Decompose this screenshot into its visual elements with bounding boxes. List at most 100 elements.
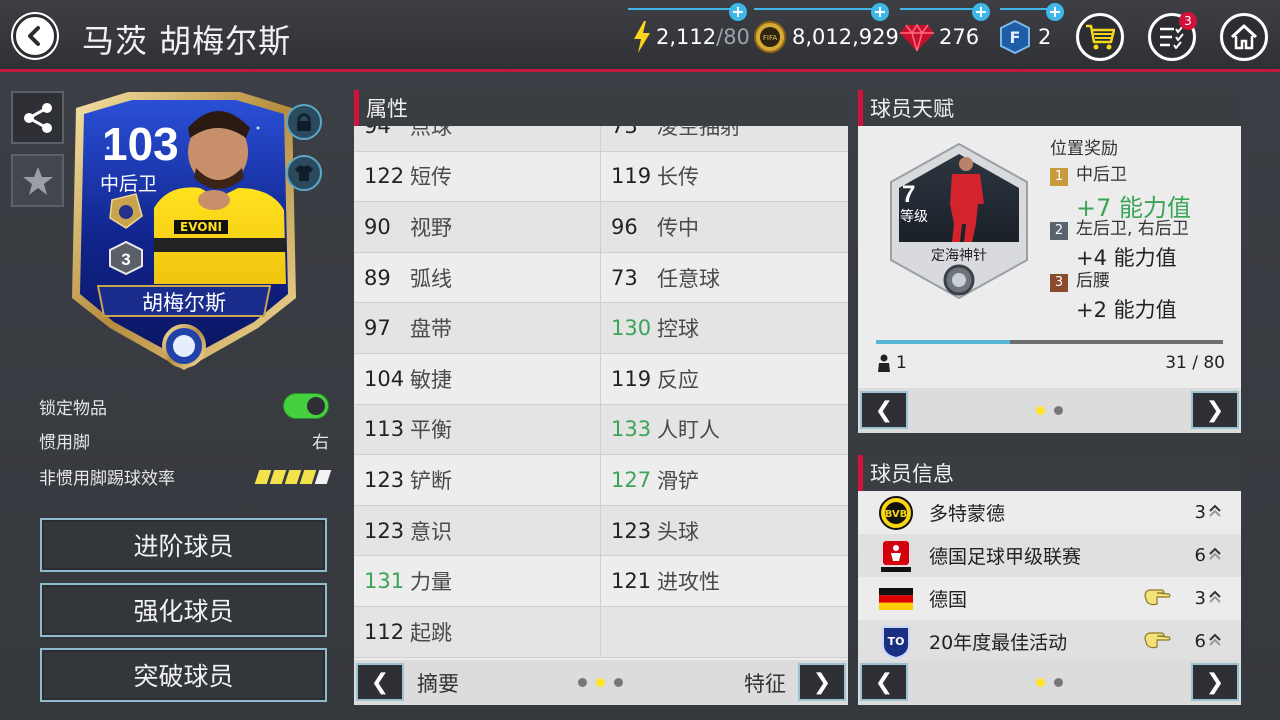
toty-logo-icon: TO xyxy=(876,625,916,659)
attributes-pager: ❮ 摘要 特征 ❯ xyxy=(354,660,848,705)
preferred-foot-value: 右 xyxy=(312,433,329,453)
attribute-name: 弧线 xyxy=(410,266,452,291)
attribute-value: 89 xyxy=(364,265,391,290)
gems-value: 276 xyxy=(939,25,980,49)
svg-text:F: F xyxy=(1010,28,1021,47)
player-info-count: 3 xyxy=(1195,588,1221,609)
gem-icon xyxy=(900,23,934,51)
attribute-cell: 127 滑铲 xyxy=(601,455,848,505)
attribute-name: 意识 xyxy=(410,519,452,544)
talent-progress-fill xyxy=(876,340,1011,344)
player-info-next-button[interactable]: ❯ xyxy=(1191,663,1239,701)
player-info-row[interactable]: 德国足球甲级联赛 6 xyxy=(858,534,1241,577)
add-gems-button[interactable]: + xyxy=(972,3,990,21)
attribute-row: 104 敏捷 119 反应 xyxy=(354,353,848,405)
train-player-button[interactable]: 强化球员 xyxy=(40,583,327,637)
attribute-row: 112 起跳 xyxy=(354,606,848,658)
attribute-cell: 121 进攻性 xyxy=(601,556,848,606)
talent-next-button[interactable]: ❯ xyxy=(1191,391,1239,429)
attribute-row: 131 力量 121 进攻性 xyxy=(354,556,848,607)
position-bonus-title: 位置奖励 xyxy=(1050,139,1118,159)
coins-value: 8,012,929 xyxy=(792,25,899,49)
bonus-position: 后腰 xyxy=(1076,271,1110,291)
attribute-cell xyxy=(601,607,848,657)
talent-prev-button[interactable]: ❮ xyxy=(860,391,908,429)
attribute-cell: 73凌空抽射 xyxy=(601,126,848,151)
attributes-grid[interactable]: 94点球73凌空抽射122短传119长传90视野96传中89弧线73任意球97盘… xyxy=(354,126,848,660)
preferred-foot-row: 惯用脚 右 xyxy=(39,428,329,453)
attribute-name: 头球 xyxy=(657,519,699,544)
attribute-value: 131 xyxy=(364,569,405,594)
player-info-count: 3 xyxy=(1195,502,1221,523)
player-info-label: 20年度最佳活动 xyxy=(929,632,1068,654)
chemistry-arrow-icon xyxy=(1209,545,1221,566)
talent-skill-badge[interactable]: 7 等级 定海神针 xyxy=(888,142,1030,302)
attributes-list: 94点球73凌空抽射122短传119长传90视野96传中89弧线73任意球97盘… xyxy=(354,126,848,658)
weak-foot-star xyxy=(254,469,272,484)
lock-item-toggle[interactable] xyxy=(283,393,329,419)
attributes-page-dots xyxy=(578,678,623,687)
player-info-label: 德国足球甲级联赛 xyxy=(929,546,1082,568)
attribute-cell: 112 起跳 xyxy=(354,606,601,657)
weak-foot-star xyxy=(269,469,287,484)
store-button[interactable] xyxy=(1076,13,1124,61)
bonus-position: 中后卫 xyxy=(1076,165,1127,185)
card-position: 中后卫 xyxy=(100,173,157,195)
player-info-row[interactable]: BVB 多特蒙德 3 xyxy=(858,491,1241,534)
talent-level-label: 等级 xyxy=(900,208,928,225)
attribute-value: 112 xyxy=(364,619,405,644)
page-dot xyxy=(1054,678,1063,687)
bundesliga-logo-icon xyxy=(876,539,916,573)
back-button[interactable] xyxy=(13,14,57,58)
energy-underline xyxy=(628,8,738,10)
fifa-points-counter: F 2 + xyxy=(1000,3,1064,56)
svg-text:TO: TO xyxy=(888,635,905,648)
add-energy-button[interactable]: + xyxy=(729,3,747,21)
home-icon xyxy=(1230,24,1258,50)
lock-button[interactable] xyxy=(286,104,322,140)
page-dot-active xyxy=(596,678,605,687)
player-info-row[interactable]: TO 20年度最佳活动 6 xyxy=(858,620,1241,663)
attribute-cell: 131 力量 xyxy=(354,556,601,606)
player-info-list: BVB 多特蒙德 3 德国足球甲级联赛 6 德国 3 TO 20年度最佳活动 6 xyxy=(858,491,1241,663)
menu-button[interactable]: 3 xyxy=(1148,12,1197,61)
attribute-value: 119 xyxy=(611,164,652,189)
advance-player-button[interactable]: 进阶球员 xyxy=(40,518,327,572)
player-info-row[interactable]: 德国 3 xyxy=(858,577,1241,620)
talent-skill-name: 定海神针 xyxy=(931,248,987,264)
player-info-title: 球员信息 xyxy=(858,455,1241,491)
attribute-name: 短传 xyxy=(410,165,452,190)
jersey-icon xyxy=(295,165,313,181)
player-info-panel: 球员信息 BVB 多特蒙德 3 德国足球甲级联赛 6 德国 3 TO 20年度最佳活动 6 ❮ ❯ xyxy=(858,455,1241,705)
attribute-value: 113 xyxy=(364,417,405,442)
share-button[interactable] xyxy=(11,91,64,144)
kit-button[interactable] xyxy=(286,155,322,191)
player-info-count-value: 6 xyxy=(1194,545,1206,566)
player-info-count: 6 xyxy=(1195,545,1221,566)
attribute-cell: 122 短传 xyxy=(354,151,601,202)
home-button[interactable] xyxy=(1220,13,1268,61)
gems-counter: 276 + xyxy=(900,3,990,56)
add-points-button[interactable]: + xyxy=(1046,3,1064,21)
chemistry-arrow-icon xyxy=(1209,502,1221,523)
player-card[interactable]: EVONI 103 中后卫 3 胡梅尔斯 xyxy=(68,88,300,374)
attribute-cell: 89 弧线 xyxy=(354,252,601,303)
attribute-value: 123 xyxy=(611,518,652,543)
favorite-button[interactable] xyxy=(11,154,64,207)
player-info-page-dots xyxy=(1036,678,1063,687)
add-coins-button[interactable]: + xyxy=(871,3,889,21)
player-info-prev-button[interactable]: ❮ xyxy=(860,663,908,701)
attribute-name: 控球 xyxy=(657,317,699,342)
attribute-name: 力量 xyxy=(410,570,452,595)
attribute-name: 视野 xyxy=(410,215,452,240)
breakthrough-player-button[interactable]: 突破球员 xyxy=(40,648,327,702)
attribute-cell: 104 敏捷 xyxy=(354,353,601,404)
attribute-cell: 90 视野 xyxy=(354,202,601,252)
attributes-prev-label: 摘要 xyxy=(417,671,459,696)
card-sponsor: EVONI xyxy=(180,220,222,234)
weak-foot-star xyxy=(314,469,332,484)
attributes-next-button[interactable]: ❯ xyxy=(798,663,846,701)
attribute-row: 123 铲断 127 滑铲 xyxy=(354,455,848,506)
back-arrow-icon xyxy=(28,26,40,46)
attributes-prev-button[interactable]: ❮ xyxy=(356,663,404,701)
